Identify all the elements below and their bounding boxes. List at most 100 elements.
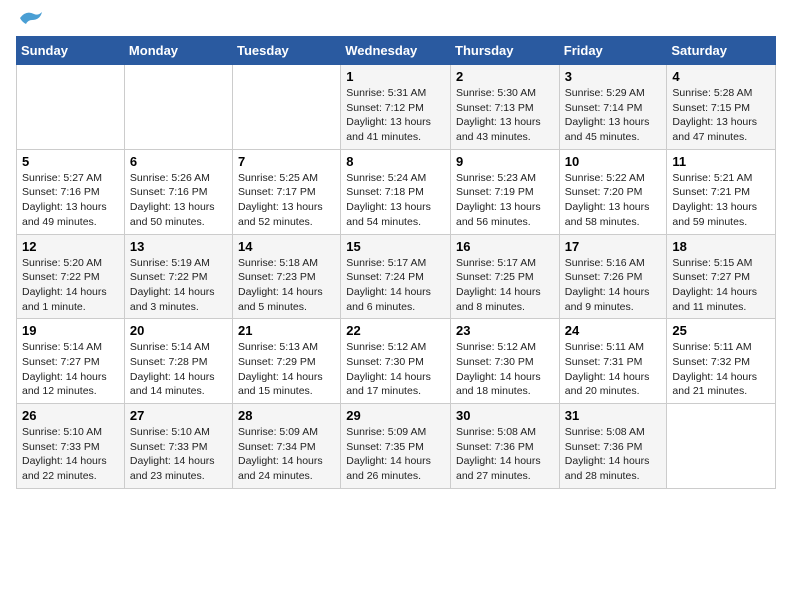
day-cell: 29 Sunrise: 5:09 AM Sunset: 7:35 PM Dayli… — [341, 404, 451, 489]
day-cell: 7 Sunrise: 5:25 AM Sunset: 7:17 PM Daylig… — [233, 149, 341, 234]
day-detail: Sunrise: 5:23 AM Sunset: 7:19 PM Dayligh… — [456, 171, 554, 230]
day-number: 25 — [672, 323, 770, 338]
day-cell — [233, 65, 341, 150]
day-number: 11 — [672, 154, 770, 169]
day-number: 8 — [346, 154, 445, 169]
day-number: 17 — [565, 239, 662, 254]
day-detail: Sunrise: 5:15 AM Sunset: 7:27 PM Dayligh… — [672, 256, 770, 315]
day-number: 3 — [565, 69, 662, 84]
day-detail: Sunrise: 5:26 AM Sunset: 7:16 PM Dayligh… — [130, 171, 227, 230]
day-detail: Sunrise: 5:12 AM Sunset: 7:30 PM Dayligh… — [346, 340, 445, 399]
day-number: 18 — [672, 239, 770, 254]
week-row-2: 5 Sunrise: 5:27 AM Sunset: 7:16 PM Daylig… — [17, 149, 776, 234]
day-cell — [17, 65, 125, 150]
day-cell: 14 Sunrise: 5:18 AM Sunset: 7:23 PM Dayli… — [233, 234, 341, 319]
day-detail: Sunrise: 5:14 AM Sunset: 7:28 PM Dayligh… — [130, 340, 227, 399]
day-number: 9 — [456, 154, 554, 169]
day-number: 27 — [130, 408, 227, 423]
day-number: 4 — [672, 69, 770, 84]
header-friday: Friday — [559, 37, 667, 65]
day-cell: 5 Sunrise: 5:27 AM Sunset: 7:16 PM Daylig… — [17, 149, 125, 234]
day-detail: Sunrise: 5:16 AM Sunset: 7:26 PM Dayligh… — [565, 256, 662, 315]
day-cell: 12Sunrise: 5:20 AM Sunset: 7:22 PM Dayli… — [17, 234, 125, 319]
day-number: 24 — [565, 323, 662, 338]
day-cell: 26 Sunrise: 5:10 AM Sunset: 7:33 PM Dayli… — [17, 404, 125, 489]
calendar-header-row: SundayMondayTuesdayWednesdayThursdayFrid… — [17, 37, 776, 65]
day-cell: 21 Sunrise: 5:13 AM Sunset: 7:29 PM Dayli… — [233, 319, 341, 404]
day-cell: 13 Sunrise: 5:19 AM Sunset: 7:22 PM Dayli… — [124, 234, 232, 319]
day-detail: Sunrise: 5:27 AM Sunset: 7:16 PM Dayligh… — [22, 171, 119, 230]
page-header — [16, 16, 776, 28]
day-detail: Sunrise: 5:11 AM Sunset: 7:31 PM Dayligh… — [565, 340, 662, 399]
logo — [16, 16, 44, 28]
week-row-3: 12Sunrise: 5:20 AM Sunset: 7:22 PM Dayli… — [17, 234, 776, 319]
day-cell — [667, 404, 776, 489]
day-detail: Sunrise: 5:09 AM Sunset: 7:35 PM Dayligh… — [346, 425, 445, 484]
day-detail: Sunrise: 5:10 AM Sunset: 7:33 PM Dayligh… — [22, 425, 119, 484]
day-cell: 18 Sunrise: 5:15 AM Sunset: 7:27 PM Dayli… — [667, 234, 776, 319]
day-detail: Sunrise: 5:29 AM Sunset: 7:14 PM Dayligh… — [565, 86, 662, 145]
day-detail: Sunrise: 5:13 AM Sunset: 7:29 PM Dayligh… — [238, 340, 335, 399]
day-number: 30 — [456, 408, 554, 423]
header-thursday: Thursday — [451, 37, 560, 65]
day-detail: Sunrise: 5:14 AM Sunset: 7:27 PM Dayligh… — [22, 340, 119, 399]
day-number: 15 — [346, 239, 445, 254]
day-cell: 1 Sunrise: 5:31 AM Sunset: 7:12 PM Daylig… — [341, 65, 451, 150]
day-detail: Sunrise: 5:19 AM Sunset: 7:22 PM Dayligh… — [130, 256, 227, 315]
day-number: 16 — [456, 239, 554, 254]
day-detail: Sunrise: 5:11 AM Sunset: 7:32 PM Dayligh… — [672, 340, 770, 399]
day-cell: 17 Sunrise: 5:16 AM Sunset: 7:26 PM Dayli… — [559, 234, 667, 319]
day-cell: 16Sunrise: 5:17 AM Sunset: 7:25 PM Dayli… — [451, 234, 560, 319]
day-number: 6 — [130, 154, 227, 169]
day-cell: 27 Sunrise: 5:10 AM Sunset: 7:33 PM Dayli… — [124, 404, 232, 489]
week-row-4: 19 Sunrise: 5:14 AM Sunset: 7:27 PM Dayli… — [17, 319, 776, 404]
day-number: 5 — [22, 154, 119, 169]
day-number: 19 — [22, 323, 119, 338]
day-cell: 6 Sunrise: 5:26 AM Sunset: 7:16 PM Daylig… — [124, 149, 232, 234]
day-detail: Sunrise: 5:30 AM Sunset: 7:13 PM Dayligh… — [456, 86, 554, 145]
day-detail: Sunrise: 5:17 AM Sunset: 7:24 PM Dayligh… — [346, 256, 445, 315]
day-detail: Sunrise: 5:08 AM Sunset: 7:36 PM Dayligh… — [456, 425, 554, 484]
day-cell: 23 Sunrise: 5:12 AM Sunset: 7:30 PM Dayli… — [451, 319, 560, 404]
day-detail: Sunrise: 5:25 AM Sunset: 7:17 PM Dayligh… — [238, 171, 335, 230]
logo-icon — [18, 8, 44, 28]
week-row-1: 1 Sunrise: 5:31 AM Sunset: 7:12 PM Daylig… — [17, 65, 776, 150]
day-cell: 28Sunrise: 5:09 AM Sunset: 7:34 PM Dayli… — [233, 404, 341, 489]
day-cell: 25 Sunrise: 5:11 AM Sunset: 7:32 PM Dayli… — [667, 319, 776, 404]
day-number: 12 — [22, 239, 119, 254]
day-number: 14 — [238, 239, 335, 254]
day-number: 31 — [565, 408, 662, 423]
header-saturday: Saturday — [667, 37, 776, 65]
day-number: 29 — [346, 408, 445, 423]
day-number: 23 — [456, 323, 554, 338]
day-detail: Sunrise: 5:12 AM Sunset: 7:30 PM Dayligh… — [456, 340, 554, 399]
day-number: 13 — [130, 239, 227, 254]
day-cell: 20Sunrise: 5:14 AM Sunset: 7:28 PM Dayli… — [124, 319, 232, 404]
day-cell — [124, 65, 232, 150]
day-cell: 4 Sunrise: 5:28 AM Sunset: 7:15 PM Daylig… — [667, 65, 776, 150]
day-cell: 3 Sunrise: 5:29 AM Sunset: 7:14 PM Daylig… — [559, 65, 667, 150]
calendar-table: SundayMondayTuesdayWednesdayThursdayFrid… — [16, 36, 776, 489]
day-number: 7 — [238, 154, 335, 169]
day-cell: 30 Sunrise: 5:08 AM Sunset: 7:36 PM Dayli… — [451, 404, 560, 489]
day-cell: 11Sunrise: 5:21 AM Sunset: 7:21 PM Dayli… — [667, 149, 776, 234]
day-number: 1 — [346, 69, 445, 84]
header-monday: Monday — [124, 37, 232, 65]
day-detail: Sunrise: 5:24 AM Sunset: 7:18 PM Dayligh… — [346, 171, 445, 230]
header-sunday: Sunday — [17, 37, 125, 65]
day-number: 21 — [238, 323, 335, 338]
day-detail: Sunrise: 5:09 AM Sunset: 7:34 PM Dayligh… — [238, 425, 335, 484]
day-number: 10 — [565, 154, 662, 169]
day-cell: 19 Sunrise: 5:14 AM Sunset: 7:27 PM Dayli… — [17, 319, 125, 404]
day-number: 2 — [456, 69, 554, 84]
day-detail: Sunrise: 5:28 AM Sunset: 7:15 PM Dayligh… — [672, 86, 770, 145]
day-cell: 9 Sunrise: 5:23 AM Sunset: 7:19 PM Daylig… — [451, 149, 560, 234]
day-detail: Sunrise: 5:18 AM Sunset: 7:23 PM Dayligh… — [238, 256, 335, 315]
day-cell: 8 Sunrise: 5:24 AM Sunset: 7:18 PM Daylig… — [341, 149, 451, 234]
day-detail: Sunrise: 5:31 AM Sunset: 7:12 PM Dayligh… — [346, 86, 445, 145]
day-number: 26 — [22, 408, 119, 423]
day-cell: 31Sunrise: 5:08 AM Sunset: 7:36 PM Dayli… — [559, 404, 667, 489]
day-detail: Sunrise: 5:10 AM Sunset: 7:33 PM Dayligh… — [130, 425, 227, 484]
day-cell: 10Sunrise: 5:22 AM Sunset: 7:20 PM Dayli… — [559, 149, 667, 234]
header-wednesday: Wednesday — [341, 37, 451, 65]
